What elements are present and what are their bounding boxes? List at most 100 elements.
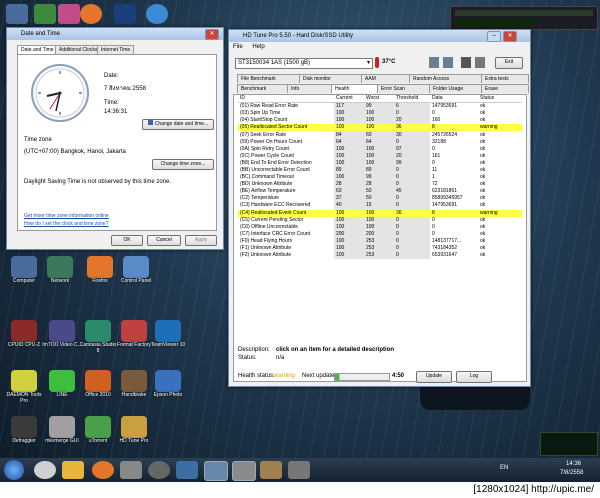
desktop-icon[interactable]: Network xyxy=(40,256,80,284)
date-time-titlebar[interactable]: Date and Time ✕ xyxy=(7,28,223,40)
table-row[interactable]: (0C) Power Cycle Count 100 100 20 161 ok xyxy=(238,152,522,160)
taskbar-app5-icon[interactable] xyxy=(288,461,310,479)
tab-erase[interactable]: Erase xyxy=(481,84,529,93)
desktop-icon[interactable]: Office 2010 xyxy=(78,370,118,398)
tab-aam[interactable]: AAM xyxy=(361,74,413,83)
table-row[interactable]: (BB) Uncorrectable Error Count 89 89 0 11 ok xyxy=(238,166,522,175)
table-row[interactable]: (07) Seek Error Rate 84 60 30 245726524 ok xyxy=(238,131,522,139)
tab-error-scan[interactable]: Error Scan xyxy=(377,84,433,93)
desktop-icon[interactable]: Firefox xyxy=(80,256,120,284)
desktop-icon[interactable]: Computer xyxy=(4,256,44,284)
table-row[interactable]: (BC) Command Timeout 100 99 0 1 ok xyxy=(238,174,522,182)
copy-icon-2[interactable] xyxy=(443,57,453,68)
menu-file[interactable]: File xyxy=(233,44,243,50)
table-row[interactable]: (C3) Hardware ECC Recovered 40 15 0 14795369… xyxy=(238,202,522,210)
date-time-window[interactable]: Date and Time ✕ Date and Time Additional… xyxy=(6,27,224,250)
table-row[interactable]: (09) Power On Hours Count 64 64 0 32188 ok xyxy=(238,138,522,146)
close-button[interactable]: ✕ xyxy=(205,29,219,40)
ok-button[interactable]: OK xyxy=(111,235,143,246)
col-worst[interactable]: Worst xyxy=(364,95,394,104)
taskbar-explorer-icon[interactable] xyxy=(62,461,84,479)
table-row[interactable]: (F1) Unknown Attribute 100 253 0 743184352 ok xyxy=(238,244,522,253)
desktop-icon[interactable]: TeamViewer 10 xyxy=(148,320,188,348)
taskbar-app-icon[interactable] xyxy=(120,461,142,479)
table-row[interactable]: (B8) End To End Error Detection 100 100 99 0… xyxy=(238,159,522,167)
table-row[interactable]: (C2) Temperature 37 50 0 85899345957 ok xyxy=(238,195,522,203)
hdtune-titlebar[interactable]: HD Tune Pro 5.50 - Hard Disk/SSD Utility… xyxy=(229,30,530,42)
firefox-icon[interactable] xyxy=(80,4,102,24)
tab-benchmark[interactable]: Benchmark xyxy=(237,84,291,93)
winamp-mini-bar[interactable] xyxy=(450,6,598,30)
minimize-button[interactable]: – xyxy=(487,31,501,42)
table-row[interactable]: (F2) Unknown Attribute 100 253 0 653931647 ok xyxy=(238,252,522,260)
table-row[interactable]: (05) Reallocated Sector Count 100 100 36 8 wa… xyxy=(238,124,522,132)
taskbar-app3-icon[interactable] xyxy=(176,461,198,479)
table-row[interactable]: (F0) Head Flying Hours 100 253 0 148137717..… xyxy=(238,237,522,245)
desktop-icon[interactable]: LINE xyxy=(42,370,82,398)
smart-table[interactable]: ID Current Worst Threshold Data Status (… xyxy=(238,95,522,260)
tab-info[interactable]: Info xyxy=(287,84,335,93)
start-button[interactable] xyxy=(4,460,24,480)
clock-time[interactable]: 14:36 xyxy=(566,461,581,467)
taskbar-app2-icon[interactable] xyxy=(148,461,170,479)
desktop-icon[interactable]: Control Panel xyxy=(116,256,156,284)
table-row[interactable]: (C4) Reallocated Event Count 100 100 36 8 war… xyxy=(238,209,522,217)
disk-icon[interactable] xyxy=(461,57,471,68)
tab-extra-tests[interactable]: Extra tests xyxy=(481,74,529,83)
desktop-icon[interactable]: Epson Photo xyxy=(148,370,188,398)
tab-random-access[interactable]: Random Access xyxy=(409,74,485,83)
table-row[interactable]: (C6) Offline Uncorrectable 100 100 0 0 ok xyxy=(238,223,522,231)
close-button[interactable]: ✕ xyxy=(503,31,517,42)
taskbar-datetime-icon[interactable] xyxy=(204,461,228,481)
menu-help[interactable]: Help xyxy=(252,44,264,50)
table-row[interactable]: (C7) Interface CRC Error Count 200 200 0 0 ok xyxy=(238,230,522,238)
change-timezone-button[interactable]: Change time zone... xyxy=(152,159,214,170)
tab-additional-clocks[interactable]: Additional Clocks xyxy=(55,45,102,54)
photoshop-icon[interactable] xyxy=(114,4,136,24)
desktop-icon[interactable]: uTorrent xyxy=(78,416,118,444)
col-status[interactable]: Status xyxy=(478,95,522,104)
tab-internet-time[interactable]: Internet Time xyxy=(97,45,135,54)
col-data[interactable]: Data xyxy=(430,95,478,104)
table-row[interactable]: (C5) Current Pending Sector 100 100 0 0 ok xyxy=(238,216,522,224)
table-row[interactable]: (BE) Airflow Temperature 63 50 45 623181861 o… xyxy=(238,188,522,196)
log-button[interactable]: Log xyxy=(456,371,492,383)
tab-disk-monitor[interactable]: Disk monitor xyxy=(299,74,365,83)
copy-icon[interactable] xyxy=(429,57,439,68)
tab-health[interactable]: Health xyxy=(331,84,381,93)
more-tz-link[interactable]: Get more time zone information online xyxy=(24,213,109,219)
cancel-button[interactable]: Cancel xyxy=(147,235,181,246)
exit-button[interactable]: Exit xyxy=(495,57,523,69)
desktop-icon[interactable]: Camtasia Studio 8 xyxy=(78,320,118,354)
table-row[interactable]: (01) Raw Read Error Rate 117 99 6 147953691 o… xyxy=(238,102,522,111)
col-id[interactable]: ID xyxy=(238,95,334,104)
desktop-icon[interactable]: DAEMON Tools Pro xyxy=(4,370,44,404)
apply-button[interactable]: Apply xyxy=(185,235,217,246)
top-icon-1[interactable] xyxy=(6,4,28,24)
update-button[interactable]: Update xyxy=(416,371,452,383)
tab-file-benchmark[interactable]: File Benchmark xyxy=(237,74,303,83)
desktop-icon[interactable]: mkvmerge GUI xyxy=(42,416,82,444)
table-row[interactable]: (04) Start/Stop Count 100 100 20 160 ok xyxy=(238,117,522,125)
clock-date[interactable]: 7/8/2558 xyxy=(560,470,583,476)
tab-date-and-time[interactable]: Date and Time xyxy=(17,45,58,54)
taskbar-media-icon[interactable] xyxy=(34,461,56,479)
desktop-icon[interactable]: Defraggler xyxy=(4,416,44,444)
desktop-icon[interactable]: ImTOO Video C... xyxy=(42,320,82,348)
drive-select[interactable]: ST3150034 1AS (1500 gB) ▾ xyxy=(235,58,373,69)
top-icon-6[interactable] xyxy=(146,4,168,24)
top-icon-2[interactable] xyxy=(34,4,56,24)
table-row[interactable]: (03) Spin Up Time 100 100 0 0 ok xyxy=(238,110,522,118)
how-to-link[interactable]: How do I set the clock and time zone? xyxy=(24,221,109,227)
top-icon-3[interactable] xyxy=(58,4,80,24)
tab-folder-usage[interactable]: Folder Usage xyxy=(429,84,485,93)
camera-icon[interactable] xyxy=(475,57,485,68)
col-threshold[interactable]: Threshold xyxy=(394,95,430,104)
table-row[interactable]: (BD) Unknown Attribute 28 28 0 72 ok xyxy=(238,181,522,189)
desktop-icon[interactable]: HD Tune Pro xyxy=(114,416,154,444)
taskbar-firefox-icon[interactable] xyxy=(92,461,114,479)
language-indicator[interactable]: EN xyxy=(500,465,508,471)
taskbar-hdtune-icon[interactable] xyxy=(232,461,256,481)
taskbar-app4-icon[interactable] xyxy=(260,461,282,479)
change-date-time-button[interactable]: Change date and time... xyxy=(142,119,214,130)
